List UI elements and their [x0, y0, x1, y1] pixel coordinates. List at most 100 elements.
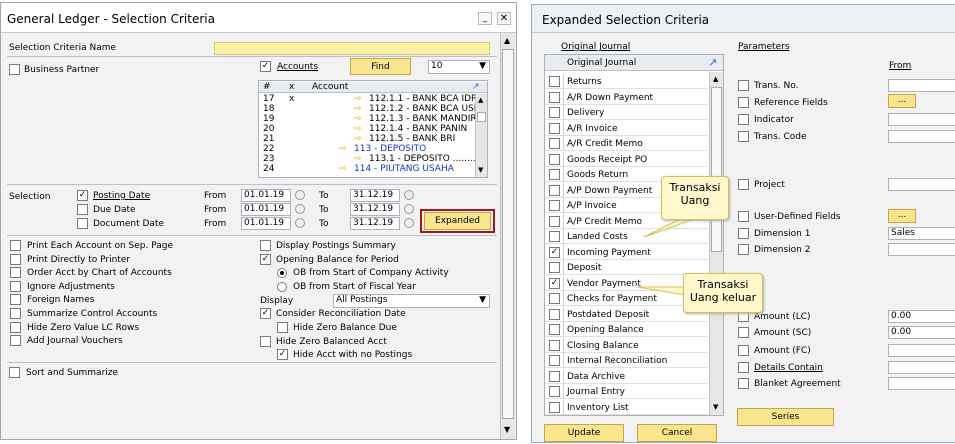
find-button[interactable]: Find — [350, 58, 411, 75]
table-row[interactable]: 24 ⇨ 114 - PIUTANG USAHA — [259, 164, 487, 174]
scroll-thumb[interactable] — [477, 112, 486, 122]
opening-balance-label: Opening Balance for Period — [276, 255, 399, 265]
due-from-input[interactable]: 01.01.19 — [241, 203, 291, 216]
option-label: Print Each Account on Sep. Page — [27, 241, 174, 251]
option-label: Hide Zero Value LC Rows — [27, 322, 140, 333]
scroll-down-icon[interactable]: ▼ — [504, 425, 510, 434]
option-checkbox[interactable] — [10, 253, 21, 265]
hide-zero-acct-checkbox[interactable] — [260, 336, 271, 347]
option-checkbox[interactable] — [10, 240, 21, 251]
document-date-label: Document Date — [93, 219, 164, 229]
selection-criteria-window: General Ledger - Selection Criteria _ ✕ … — [0, 2, 517, 440]
link-arrow-icon[interactable]: ⇨ — [339, 164, 347, 174]
option-checkbox[interactable] — [10, 294, 21, 306]
table-row[interactable]: 19 ⇨ 112.1.3 - BANK MANDIRI — [259, 114, 487, 124]
grid-header: # x Account ↗ — [259, 82, 487, 93]
expanded-button[interactable]: Expanded — [424, 212, 491, 230]
accounts-checkbox[interactable] — [260, 61, 271, 72]
chevron-down-icon: ▼ — [479, 61, 486, 71]
grid-scrollbar[interactable]: ▲ ▼ — [475, 94, 487, 177]
posting-from-input[interactable]: 01.01.19 — [241, 189, 291, 202]
row-number: 23 — [263, 154, 275, 164]
table-row[interactable]: 20 ⇨ 112.1.4 - BANK PANIN — [259, 124, 487, 134]
calendar-icon[interactable] — [404, 218, 414, 228]
col-header-num: # — [263, 82, 271, 92]
option-checkbox[interactable] — [10, 280, 21, 292]
display-label: Display — [260, 296, 294, 306]
scroll-thumb[interactable] — [502, 49, 514, 419]
row-number: 19 — [263, 114, 275, 124]
display-postings-summary-checkbox[interactable] — [260, 240, 271, 251]
window-title: General Ledger - Selection Criteria — [1, 3, 516, 33]
link-arrow-icon[interactable]: ⇨ — [354, 104, 362, 114]
option-checkbox[interactable] — [10, 321, 21, 333]
col-header-account: Account — [312, 82, 349, 92]
window-title-text: General Ledger - Selection Criteria — [7, 12, 215, 26]
criteria-name-input[interactable] — [214, 42, 490, 55]
option-checkbox[interactable] — [10, 267, 21, 279]
divider — [7, 184, 497, 185]
expand-grid-icon[interactable]: ↗ — [472, 82, 480, 92]
divider — [7, 56, 497, 57]
opening-balance-checkbox[interactable] — [260, 254, 271, 265]
window-scrollbar[interactable]: ▲ ▼ — [500, 33, 515, 439]
accounts-grid[interactable]: # x Account ↗ 17 x ⇨ 112.1.1 - BANK BCA IDR… — [258, 80, 488, 178]
hide-zero-due-checkbox[interactable] — [277, 322, 288, 333]
scroll-up-icon[interactable]: ▲ — [504, 36, 510, 45]
close-icon[interactable]: ✕ — [497, 12, 511, 25]
table-row[interactable]: 22 ⇨ 113 - DEPOSITO — [259, 144, 487, 154]
calendar-icon[interactable] — [295, 190, 305, 200]
from-label: From — [204, 219, 227, 229]
due-to-input[interactable]: 31.12.19 — [350, 203, 400, 216]
account-name: 114 - PIUTANG USAHA — [354, 164, 454, 174]
business-partner-checkbox[interactable] — [9, 64, 20, 75]
link-arrow-icon[interactable]: ⇨ — [354, 154, 362, 164]
scroll-down-icon[interactable]: ▼ — [478, 166, 483, 174]
table-row[interactable]: 21 ⇨ 112.1.5 - BANK BRI — [259, 134, 487, 144]
table-row[interactable]: 17 x ⇨ 112.1.1 - BANK BCA IDR — [259, 94, 487, 104]
calendar-icon[interactable] — [295, 218, 305, 228]
scroll-up-icon[interactable]: ▲ — [478, 96, 483, 104]
table-row[interactable]: 18 ⇨ 112.1.2 - BANK BCA USD — [259, 104, 487, 114]
consider-recon-checkbox[interactable] — [260, 308, 271, 319]
from-label: From — [204, 191, 227, 201]
link-arrow-icon[interactable]: ⇨ — [354, 94, 362, 104]
consider-recon-label: Consider Reconciliation Date — [276, 309, 406, 319]
ob-fiscal-radio[interactable] — [277, 282, 287, 292]
hide-no-postings-checkbox[interactable] — [277, 349, 288, 360]
account-name: 112.1.1 - BANK BCA IDR — [369, 94, 475, 104]
row-mark: x — [289, 94, 295, 104]
ob-fiscal-label: OB from Start of Fiscal Year — [293, 282, 416, 292]
option-label: Order Acct by Chart of Accounts — [27, 268, 172, 279]
sort-summarize-checkbox[interactable] — [9, 367, 20, 378]
link-arrow-icon[interactable]: ⇨ — [354, 134, 362, 144]
option-checkbox[interactable] — [10, 308, 21, 319]
link-arrow-icon[interactable]: ⇨ — [339, 144, 347, 154]
document-date-checkbox[interactable] — [77, 218, 88, 229]
link-arrow-icon[interactable]: ⇨ — [354, 114, 362, 124]
splitter[interactable] — [517, 0, 531, 443]
callout-transaksi-uang-keluar: Transaksi Uang keluar — [683, 273, 763, 313]
to-label: To — [319, 191, 329, 201]
posting-to-input[interactable]: 31.12.19 — [350, 189, 400, 202]
count-select[interactable]: 10 ▼ — [428, 60, 490, 74]
calendar-icon[interactable] — [295, 204, 305, 214]
posting-date-checkbox[interactable] — [77, 190, 88, 201]
table-row[interactable]: 23 ⇨ 113.1 - DEPOSITO ........ — [259, 154, 487, 164]
document-to-input[interactable]: 31.12.19 — [350, 217, 400, 230]
option-checkbox[interactable] — [10, 335, 21, 347]
calendar-icon[interactable] — [404, 190, 414, 200]
row-number: 21 — [263, 134, 275, 144]
document-from-input[interactable]: 01.01.19 — [241, 217, 291, 230]
minimize-icon[interactable]: _ — [478, 12, 492, 25]
ob-company-radio[interactable] — [277, 268, 287, 278]
posting-date-label: Posting Date — [93, 191, 151, 201]
calendar-icon[interactable] — [404, 204, 414, 214]
link-arrow-icon[interactable]: ⇨ — [354, 124, 362, 134]
option-label: Print Directly to Printer — [27, 254, 131, 265]
sort-summarize-label: Sort and Summarize — [26, 368, 119, 378]
account-name: 113 - DEPOSITO — [354, 144, 427, 154]
display-select[interactable]: All Postings ▼ — [333, 294, 490, 308]
account-name: 112.1.5 - BANK BRI — [369, 134, 456, 144]
due-date-checkbox[interactable] — [77, 204, 88, 215]
